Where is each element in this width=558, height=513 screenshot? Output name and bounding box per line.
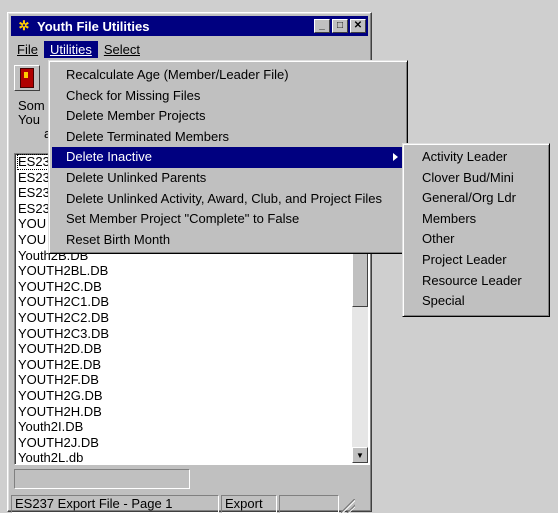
menu-utilities[interactable]: Utilities: [43, 40, 98, 58]
utilities-menu-item-label: Recalculate Age (Member/Leader File): [66, 67, 289, 82]
utilities-menu-item[interactable]: Delete Unlinked Parents: [52, 168, 404, 189]
window-title: Youth File Utilities: [37, 18, 150, 34]
down-arrow-icon: ▼: [356, 450, 364, 460]
scroll-thumb[interactable]: [352, 251, 368, 307]
utilities-menu-item-label: Reset Birth Month: [66, 231, 171, 247]
title-bar[interactable]: ✲ Youth File Utilities _ □ ✕: [11, 16, 368, 36]
utilities-menu-item-label: Delete Unlinked Activity, Award, Club, a…: [66, 190, 382, 206]
file-list-item[interactable]: YOUTH2C1.DB: [17, 294, 351, 310]
file-list-item[interactable]: YOUTH2C3.DB: [17, 326, 351, 342]
exit-door-button[interactable]: [14, 65, 40, 91]
file-list-item[interactable]: YOUTH2D.DB: [17, 341, 351, 357]
file-list-item[interactable]: YOUTH2J.DB: [17, 435, 351, 451]
utilities-menu-item-label: Delete Inactive: [66, 149, 152, 165]
status-mode: Export: [221, 495, 277, 513]
file-list-item[interactable]: YOUTH2C.DB: [17, 279, 351, 295]
menu-utilities-label: Utilities: [49, 41, 92, 57]
close-icon: ✕: [353, 20, 363, 31]
delete-inactive-submenu-item[interactable]: Special: [406, 291, 546, 312]
utilities-menu-item-label: Set Member Project "Complete" to False: [66, 211, 300, 227]
status-file-label: ES237 Export File - Page 1: [11, 495, 219, 513]
menu-file-label: File: [17, 41, 38, 57]
maximize-icon: □: [336, 20, 344, 31]
file-list-item[interactable]: YOUTH2G.DB: [17, 388, 351, 404]
utilities-menu-item-label: Delete Member Projects: [66, 108, 206, 124]
scroll-down-button[interactable]: ▼: [352, 447, 368, 463]
utilities-menu-item[interactable]: Delete Unlinked Activity, Award, Club, a…: [52, 189, 404, 210]
file-list-item[interactable]: YOUTH2E.DB: [17, 357, 351, 373]
minimize-button[interactable]: _: [314, 19, 330, 33]
file-list-item[interactable]: YOUTH2F.DB: [17, 372, 351, 388]
resize-grip[interactable]: [341, 499, 355, 513]
delete-inactive-submenu-item[interactable]: Resource Leader: [406, 271, 546, 292]
utilities-menu-item[interactable]: Recalculate Age (Member/Leader File): [52, 65, 404, 86]
file-list-item[interactable]: YOUTH2H.DB: [17, 404, 351, 420]
delete-inactive-submenu-item[interactable]: Clover Bud/Mini: [406, 168, 546, 189]
utilities-menu-item-label: Delete Unlinked Parents: [66, 170, 207, 185]
utilities-menu: Recalculate Age (Member/Leader File) Chec…: [48, 60, 408, 254]
menu-select[interactable]: Select: [98, 41, 146, 58]
submenu-arrow-icon: [393, 153, 398, 162]
app-clover-icon: ✲: [18, 18, 30, 33]
delete-inactive-submenu-item[interactable]: General/Org Ldr: [406, 188, 546, 209]
delete-inactive-submenu-item[interactable]: Activity Leader: [406, 147, 546, 168]
delete-inactive-submenu-item[interactable]: Members: [406, 209, 546, 230]
status-extra: [279, 495, 339, 513]
progress-field: [14, 469, 190, 489]
menu-select-label: Select: [103, 41, 140, 57]
utilities-menu-item[interactable]: Delete Member Projects: [52, 106, 404, 127]
delete-inactive-submenu-item[interactable]: Other: [406, 229, 546, 250]
menu-file[interactable]: File: [11, 41, 44, 58]
delete-inactive-submenu-item[interactable]: Project Leader: [406, 250, 546, 271]
door-icon: [20, 68, 34, 88]
minimize-icon: _: [319, 20, 325, 31]
file-list-item[interactable]: Youth2I.DB: [17, 419, 351, 435]
utilities-menu-item[interactable]: Delete Inactive: [52, 147, 404, 168]
utilities-menu-item-label: Delete Terminated Members: [66, 128, 230, 144]
utilities-menu-item[interactable]: Check for Missing Files: [52, 86, 404, 107]
utilities-menu-item[interactable]: Reset Birth Month: [52, 230, 404, 251]
file-list-item[interactable]: Youth2L.db: [17, 450, 351, 464]
maximize-button[interactable]: □: [332, 19, 348, 33]
status-bar: ES237 Export File - Page 1 Export: [11, 495, 368, 513]
utilities-menu-item-label: Check for Missing Files: [66, 87, 201, 103]
file-list-item[interactable]: YOUTH2BL.DB: [17, 263, 351, 279]
close-button[interactable]: ✕: [350, 19, 366, 33]
file-list-item[interactable]: YOUTH2C2.DB: [17, 310, 351, 326]
menu-bar: File Utilities Select: [11, 39, 368, 59]
utilities-menu-item[interactable]: Delete Terminated Members: [52, 127, 404, 148]
utilities-menu-item[interactable]: Set Member Project "Complete" to False: [52, 209, 404, 230]
delete-inactive-submenu: Activity Leader Clover Bud/Mini General/Or…: [402, 143, 550, 317]
